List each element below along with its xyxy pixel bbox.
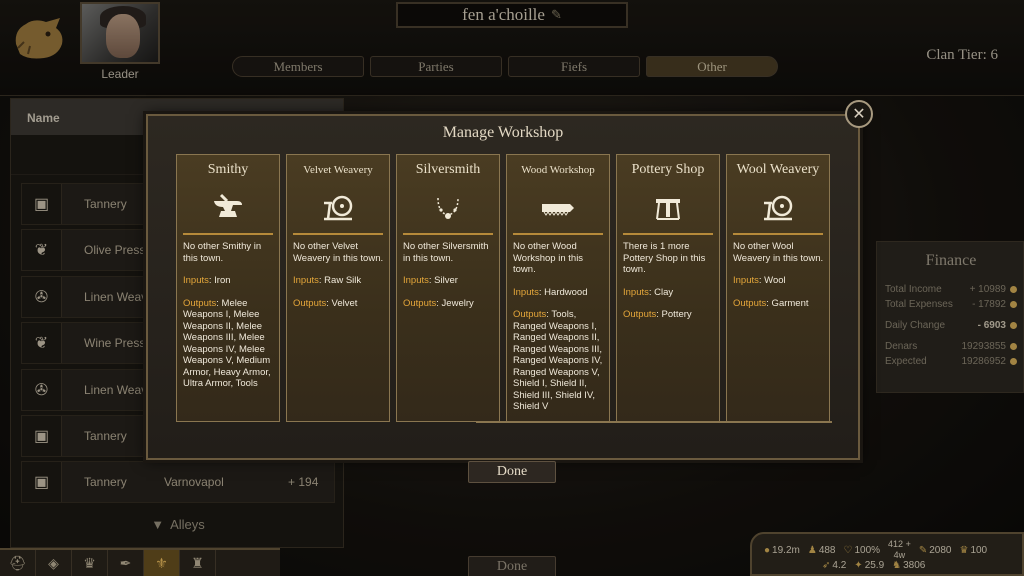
card-outputs: Outputs: Tools, Ranged Weapons I, Ranged… [513, 309, 603, 412]
workshop-card-wool-weavery[interactable]: Wool Weavery No other Wool Weavery in th… [726, 154, 830, 422]
workshop-card-silversmith[interactable]: Silversmith No other Silversmith in this… [396, 154, 500, 422]
card-description: There is 1 more Pottery Shop in this tow… [623, 241, 706, 275]
card-outputs: Outputs: Jewelry [403, 297, 474, 309]
card-inputs: Inputs: Silver [403, 275, 458, 286]
workshop-type-cards: Smithy No other Smithy in this town. Inp… [176, 154, 830, 422]
card-title: Pottery Shop [631, 162, 705, 177]
card-inputs: Inputs: Raw Silk [293, 275, 362, 286]
card-title: Wool Weavery [736, 162, 820, 177]
card-outputs: Outputs: Garment [733, 297, 809, 309]
card-description: No other Wood Workshop in this town. [513, 241, 584, 275]
potters-wheel-icon [617, 185, 719, 231]
workshop-card-pottery-shop[interactable]: Pottery Shop There is 1 more Pottery Sho… [616, 154, 720, 422]
card-description: No other Wool Weavery in this town. [733, 241, 824, 264]
workshop-card-wood-workshop[interactable]: Wood Workshop No other Wood Workshop in … [506, 154, 610, 422]
card-title: Silversmith [415, 162, 481, 177]
horizontal-scrollbar[interactable] [476, 421, 832, 423]
card-inputs: Inputs: Wool [733, 275, 786, 286]
workshop-card-velvet-weavery[interactable]: Velvet Weavery No other Velvet Weavery i… [286, 154, 390, 422]
card-description: No other Velvet Weavery in this town. [293, 241, 384, 264]
card-description: No other Silversmith in this town. [403, 241, 489, 264]
card-title: Smithy [207, 162, 249, 177]
necklace-icon [397, 185, 499, 231]
card-title: Velvet Weavery [303, 164, 373, 176]
card-inputs: Inputs: Iron [183, 275, 231, 286]
card-outputs: Outputs: Velvet [293, 297, 358, 309]
dialog-title: Manage Workshop [442, 124, 564, 141]
card-outputs: Outputs: Pottery [623, 309, 692, 320]
spinning-wheel-icon [727, 185, 829, 231]
manage-workshop-dialog: Manage Workshop Smithy No other Smithy i… [146, 114, 860, 460]
card-description: No other Smithy in this town. [183, 241, 262, 264]
anvil-icon [177, 185, 279, 231]
close-icon[interactable]: ✕ [845, 100, 873, 128]
card-outputs: Outputs: Melee Weapons I, Melee Weapons … [183, 297, 271, 390]
card-title: Wood Workshop [521, 164, 595, 176]
card-inputs: Inputs: Clay [623, 286, 674, 298]
saw-icon [507, 185, 609, 231]
done-button[interactable]: Done [468, 461, 556, 483]
card-inputs: Inputs: Hardwood [513, 286, 588, 298]
workshop-card-smithy[interactable]: Smithy No other Smithy in this town. Inp… [176, 154, 280, 422]
spinning-wheel-icon [287, 185, 389, 231]
